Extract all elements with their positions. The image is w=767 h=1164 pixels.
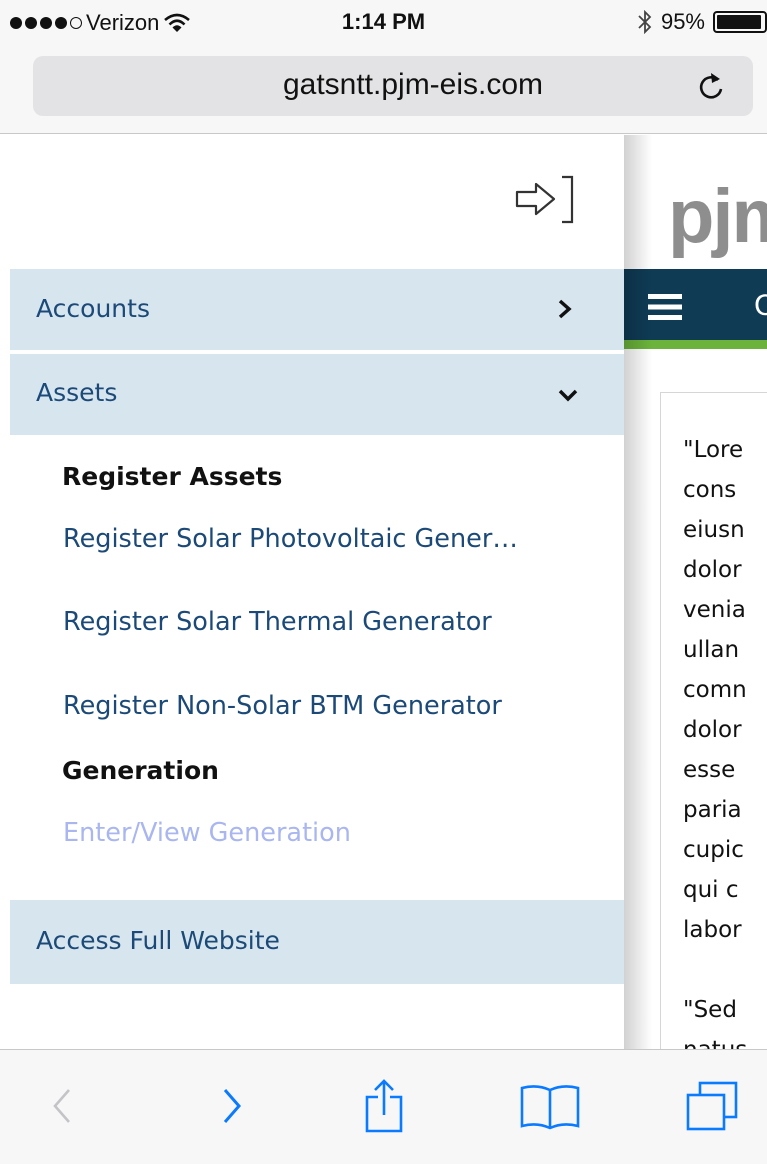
menu-access-full-website[interactable]: Access Full Website <box>10 900 624 984</box>
menu-full-site-label: Access Full Website <box>36 926 280 955</box>
tabs-icon <box>686 1081 738 1131</box>
pjm-logo: pjm <box>668 174 767 259</box>
share-icon <box>365 1079 403 1133</box>
register-solar-thermal-link[interactable]: Register Solar Thermal Generator <box>63 607 492 637</box>
chevron-down-icon <box>558 389 578 402</box>
generation-heading: Generation <box>62 756 219 785</box>
forward-button[interactable] <box>200 1074 264 1138</box>
forward-icon <box>223 1089 241 1123</box>
browser-address-bar: gatsntt.pjm-eis.com <box>0 46 767 134</box>
chevron-right-icon <box>558 299 572 319</box>
hamburger-menu-icon[interactable] <box>648 294 682 320</box>
menu-accounts-label: Accounts <box>36 294 150 323</box>
register-assets-heading: Register Assets <box>62 462 283 491</box>
battery-percent: 95% <box>660 9 705 34</box>
bluetooth-icon <box>638 10 652 34</box>
browser-toolbar <box>0 1049 767 1164</box>
navbar-text: C <box>754 289 767 322</box>
bookmarks-icon <box>520 1085 580 1130</box>
menu-accounts[interactable]: Accounts <box>10 269 624 350</box>
battery-level <box>717 15 761 29</box>
share-button[interactable] <box>352 1074 416 1138</box>
menu-assets[interactable]: Assets <box>10 354 624 435</box>
register-solar-pv-link[interactable]: Register Solar Photovoltaic Gener… <box>63 524 518 554</box>
collapse-menu-icon[interactable] <box>514 174 576 226</box>
status-right: 95% <box>637 9 767 35</box>
lorem-content: "Lore cons eiusn dolor venia ullan comn … <box>683 437 747 1049</box>
reload-icon[interactable] <box>695 69 727 103</box>
menu-assets-label: Assets <box>36 378 118 407</box>
side-menu: Accounts Assets Register Assets Register… <box>0 135 624 1049</box>
bookmarks-button[interactable] <box>518 1074 582 1138</box>
url-field[interactable]: gatsntt.pjm-eis.com <box>33 56 753 116</box>
url-text[interactable]: gatsntt.pjm-eis.com <box>113 68 713 102</box>
tabs-button[interactable] <box>680 1074 744 1138</box>
enter-view-generation-link[interactable]: Enter/View Generation <box>63 818 351 848</box>
back-icon <box>53 1089 70 1123</box>
back-button[interactable] <box>30 1074 94 1138</box>
status-bar: Verizon 1:14 PM 95% <box>0 0 767 46</box>
battery-icon <box>713 11 767 33</box>
register-non-solar-btm-link[interactable]: Register Non-Solar BTM Generator <box>63 691 502 721</box>
menu-shadow <box>624 135 652 1049</box>
